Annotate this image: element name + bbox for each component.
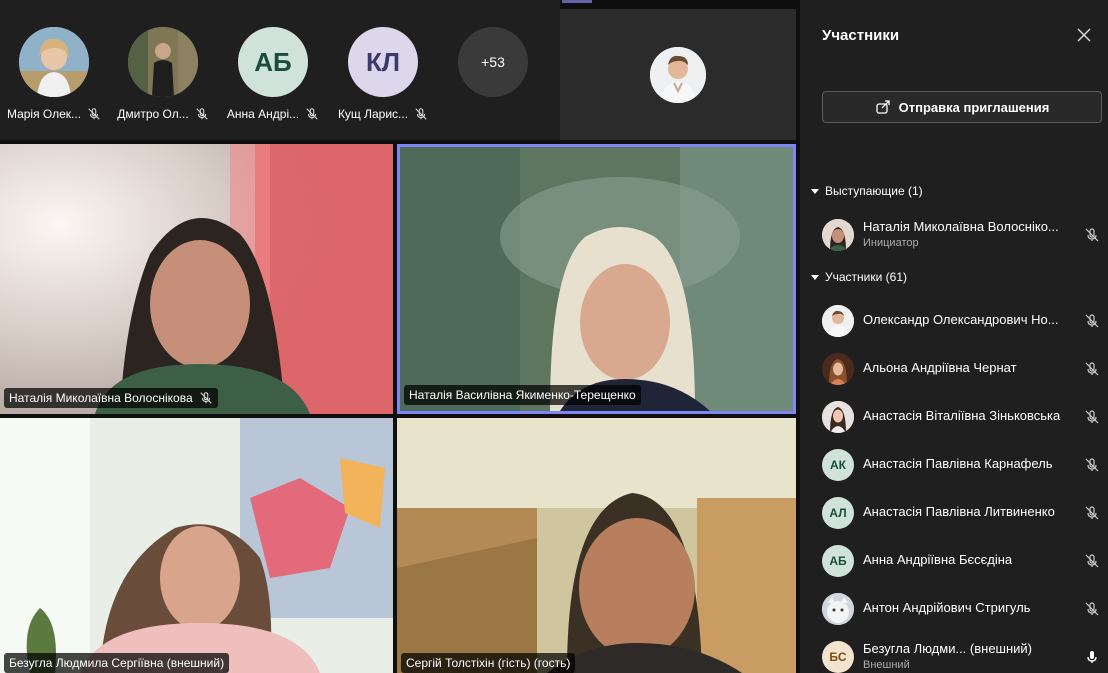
thumbnail-participant[interactable]: АБ Анна Андрі... — [221, 27, 325, 121]
participant-row[interactable]: Антон Андрійович Стригуль — [822, 590, 1108, 630]
avatar — [822, 401, 854, 433]
send-invite-label: Отправка приглашения — [898, 99, 1050, 115]
participant-name: Анастасія Павлівна Карнафель — [863, 456, 1053, 471]
participant-role: Внешний — [863, 659, 910, 671]
video-feed — [400, 147, 793, 411]
mic-off-icon — [1085, 362, 1099, 376]
avatar — [650, 47, 706, 103]
video-tile[interactable]: Сергій Толстіхін (гість) (гость) — [397, 418, 796, 673]
participant-name: Антон Андрійович Стригуль — [863, 600, 1031, 615]
participant-name: Олександр Олександрович Но... — [863, 312, 1059, 327]
thumbnail-name: Кущ Ларис... — [337, 107, 409, 121]
more-participants-button[interactable]: +53 — [441, 27, 545, 97]
participant-row[interactable]: Альона Андріївна Чернат — [822, 350, 1108, 390]
video-tile-active-speaker[interactable]: Наталія Василівна Якименко-Терещенко — [397, 144, 796, 414]
mic-off-icon — [1085, 458, 1099, 472]
participant-name: Наталія Василівна Якименко-Терещенко — [409, 388, 636, 402]
video-feed — [0, 144, 393, 414]
chevron-down-icon — [811, 188, 819, 194]
participant-name: Безугла Людмила Сергіївна (внешний) — [9, 656, 225, 670]
mic-off-icon — [1085, 228, 1099, 242]
presenters-section-toggle[interactable]: Выступающие (1) — [811, 184, 923, 198]
participant-name: Наталія Миколаївна Волосніко... — [863, 219, 1059, 234]
chevron-down-icon — [811, 274, 819, 280]
thumbnail-name: Анна Андрі... — [226, 107, 300, 121]
avatar — [19, 27, 89, 97]
participant-row[interactable]: АЛ Анастасія Павлівна Литвиненко — [822, 494, 1108, 534]
thumbnail-participant[interactable]: КЛ Кущ Ларис... — [331, 27, 435, 121]
mic-off-icon — [1085, 314, 1099, 328]
avatar — [822, 219, 854, 251]
participant-name: Анастасія Віталіївна Зіньковська — [863, 408, 1061, 423]
panel-title: Участники — [822, 27, 900, 44]
share-icon — [875, 100, 890, 114]
participant-row[interactable]: БС Безугла Людми... (внешний) Внешний — [822, 638, 1108, 673]
overflow-count: +53 — [458, 27, 528, 97]
participant-name: Анна Андріївна Бєсєдіна — [863, 552, 1013, 567]
mic-on-icon — [1087, 651, 1097, 663]
participant-name-label: Наталія Василівна Якименко-Терещенко — [404, 385, 641, 405]
participant-name-label: Наталія Миколаївна Волоснікова — [4, 388, 218, 408]
avatar — [128, 27, 198, 97]
avatar-initials: АЛ — [822, 497, 854, 529]
avatar — [822, 353, 854, 385]
avatar-initials: АК — [822, 449, 854, 481]
avatar-initials: АБ — [822, 545, 854, 577]
participant-row[interactable]: АБ Анна Андріївна Бєсєдіна — [822, 542, 1108, 582]
participant-name: Альона Андріївна Чернат — [863, 360, 1017, 375]
video-tile[interactable]: Безугла Людмила Сергіївна (внешний) — [0, 418, 393, 673]
thumbnail-name: Марія Олек... — [6, 107, 82, 121]
mic-off-icon — [415, 108, 427, 120]
thumbnail-participant[interactable]: Дмитро Ол... — [111, 27, 215, 121]
close-icon — [1077, 28, 1091, 42]
avatar-initials: АБ — [238, 27, 308, 97]
participant-name: Анастасія Павлівна Литвиненко — [863, 504, 1055, 519]
meeting-stage: Марія Олек... Дмитро Ол... АБ Анна Андрі… — [0, 0, 800, 673]
participant-row[interactable]: АК Анастасія Павлівна Карнафель — [822, 446, 1108, 486]
mic-off-icon — [88, 108, 100, 120]
participant-name: Сергій Толстіхін (гість) (гость) — [406, 656, 571, 670]
active-indicator — [562, 0, 592, 3]
participants-panel: Участники Отправка приглашения Выступающ… — [803, 0, 1108, 673]
participant-thumbnail-strip: Марія Олек... Дмитро Ол... АБ Анна Андрі… — [0, 0, 560, 140]
avatar — [822, 593, 854, 625]
mic-off-icon — [1085, 554, 1099, 568]
self-video-tile[interactable] — [560, 9, 796, 140]
presenters-header: Выступающие (1) — [825, 184, 923, 198]
video-feed — [397, 418, 796, 673]
participant-name: Безугла Людми... (внешний) — [863, 641, 1033, 656]
participant-name-label: Сергій Толстіхін (гість) (гость) — [401, 653, 576, 673]
mic-off-icon — [196, 108, 208, 120]
attendees-section-toggle[interactable]: Участники (61) — [811, 270, 907, 284]
close-panel-button[interactable] — [1075, 26, 1093, 44]
mic-off-icon — [1085, 602, 1099, 616]
mic-off-icon — [306, 108, 318, 120]
mic-off-icon — [1085, 506, 1099, 520]
avatar — [822, 305, 854, 337]
participant-name: Наталія Миколаївна Волоснікова — [9, 391, 193, 405]
video-feed — [0, 418, 393, 673]
avatar-initials: КЛ — [348, 27, 418, 97]
participant-row[interactable]: Наталія Миколаївна Волосніко... Инициато… — [822, 216, 1108, 256]
avatar-initials: БС — [822, 641, 854, 673]
thumbnail-name: Дмитро Ол... — [117, 107, 189, 121]
thumbnail-participant[interactable]: Марія Олек... — [2, 27, 106, 121]
send-invite-button[interactable]: Отправка приглашения — [822, 91, 1102, 123]
mic-off-icon — [1085, 410, 1099, 424]
participant-name-label: Безугла Людмила Сергіївна (внешний) — [4, 653, 230, 673]
mic-off-icon — [200, 392, 212, 404]
participant-role: Инициатор — [863, 237, 919, 249]
attendees-header: Участники (61) — [825, 270, 908, 284]
participant-row[interactable]: Анастасія Віталіївна Зіньковська — [822, 398, 1108, 438]
video-tile[interactable]: Наталія Миколаївна Волоснікова — [0, 144, 393, 414]
participant-row[interactable]: Олександр Олександрович Но... — [822, 302, 1108, 342]
